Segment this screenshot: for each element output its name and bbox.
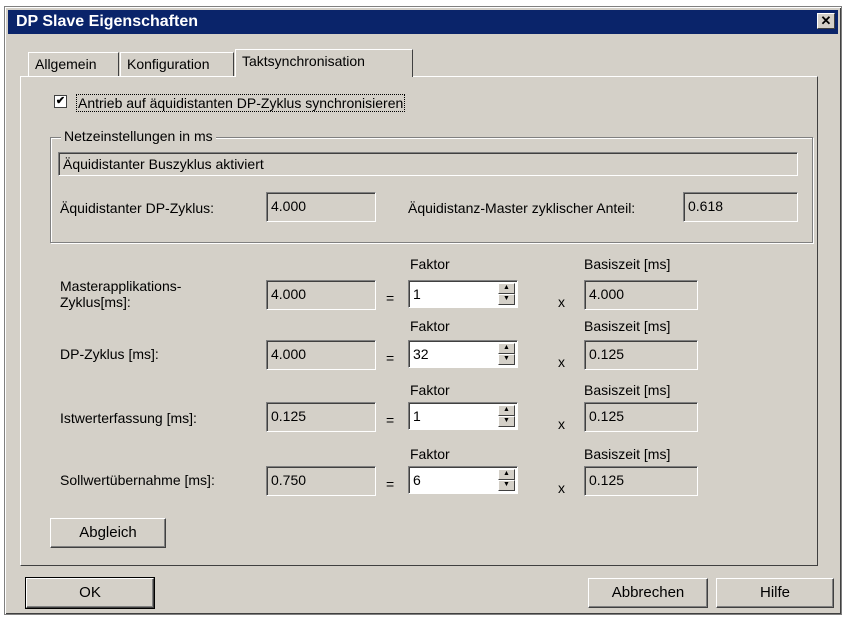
close-button[interactable]: ✕ xyxy=(817,13,835,29)
spinner-up-icon[interactable]: ▲ xyxy=(498,283,515,294)
spinner-up-icon[interactable]: ▲ xyxy=(498,405,515,416)
window-title: DP Slave Eigenschaften xyxy=(16,13,198,30)
setpoint-base-field: 0.125 xyxy=(584,466,698,496)
spinner-value[interactable]: 32 xyxy=(413,341,429,367)
setpoint-transfer-label: Sollwertübernahme [ms]: xyxy=(60,472,215,488)
cancel-button[interactable]: Abbrechen xyxy=(588,578,708,608)
spinner-up-icon[interactable]: ▲ xyxy=(498,469,515,480)
spinner-value[interactable]: 1 xyxy=(413,281,421,307)
dp-cycle-factor-spinner[interactable]: 32 ▲ ▼ xyxy=(408,340,518,368)
master-share-label: Äquidistanz-Master zyklischer Anteil: xyxy=(408,200,636,216)
multiply-sign: x xyxy=(558,416,565,432)
multiply-sign: x xyxy=(558,354,565,370)
equals-sign: = xyxy=(386,350,395,366)
factor-label: Faktor xyxy=(410,256,450,272)
base-time-label: Basiszeit [ms] xyxy=(584,382,671,398)
multiply-sign: x xyxy=(558,294,565,310)
spinner-buttons: ▲ ▼ xyxy=(498,283,515,305)
actual-value-capture-label: Istwerterfassung [ms]: xyxy=(60,410,197,426)
factor-label: Faktor xyxy=(410,382,450,398)
master-app-factor-spinner[interactable]: 1 ▲ ▼ xyxy=(408,280,518,308)
factor-label: Faktor xyxy=(410,318,450,334)
master-app-cycle-field: 4.000 xyxy=(266,280,376,310)
tab-allgemein[interactable]: Allgemein xyxy=(28,52,119,76)
checkmark-icon: ✔ xyxy=(55,95,66,107)
equals-sign: = xyxy=(386,290,395,306)
multiply-sign: x xyxy=(558,480,565,496)
equals-sign: = xyxy=(386,412,395,428)
sync-checkbox[interactable]: ✔ xyxy=(54,95,67,108)
sync-checkbox-label[interactable]: Antrieb auf äquidistanten DP-Zyklus sync… xyxy=(76,94,406,112)
spinner-value[interactable]: 6 xyxy=(413,467,421,493)
master-app-base-field: 4.000 xyxy=(584,280,698,310)
spinner-up-icon[interactable]: ▲ xyxy=(498,343,515,354)
equals-sign: = xyxy=(386,476,395,492)
base-time-label: Basiszeit [ms] xyxy=(584,446,671,462)
help-button[interactable]: Hilfe xyxy=(716,578,834,608)
close-icon: ✕ xyxy=(820,13,832,28)
dp-cycle-base-field: 0.125 xyxy=(584,340,698,370)
base-time-label: Basiszeit [ms] xyxy=(584,256,671,272)
ok-button[interactable]: OK xyxy=(25,577,155,609)
tab-konfiguration[interactable]: Konfiguration xyxy=(120,52,234,76)
spinner-down-icon[interactable]: ▼ xyxy=(498,294,515,305)
align-button[interactable]: Abgleich xyxy=(50,518,166,548)
actual-value-base-field: 0.125 xyxy=(584,402,698,432)
setpoint-transfer-field: 0.750 xyxy=(266,466,376,496)
spinner-down-icon[interactable]: ▼ xyxy=(498,480,515,491)
setpoint-factor-spinner[interactable]: 6 ▲ ▼ xyxy=(408,466,518,494)
actual-value-capture-field: 0.125 xyxy=(266,402,376,432)
factor-label: Faktor xyxy=(410,446,450,462)
spinner-buttons: ▲ ▼ xyxy=(498,343,515,365)
dp-cycle-row-field: 4.000 xyxy=(266,340,376,370)
master-app-cycle-label: Masterapplikations- Zyklus[ms]: xyxy=(60,278,182,310)
spinner-down-icon[interactable]: ▼ xyxy=(498,354,515,365)
title-bar[interactable]: DP Slave Eigenschaften ✕ xyxy=(8,10,838,34)
base-time-label: Basiszeit [ms] xyxy=(584,318,671,334)
dp-cycle-field: 4.000 xyxy=(266,192,376,222)
bus-cycle-status-field: Äquidistanter Buszyklus aktiviert xyxy=(58,152,798,176)
dp-cycle-label: Äquidistanter DP-Zyklus: xyxy=(60,200,215,216)
spinner-buttons: ▲ ▼ xyxy=(498,405,515,427)
master-share-field: 0.618 xyxy=(683,192,798,222)
spinner-value[interactable]: 1 xyxy=(413,403,421,429)
tab-taktsynchronisation[interactable]: Taktsynchronisation xyxy=(235,49,413,77)
spinner-down-icon[interactable]: ▼ xyxy=(498,416,515,427)
spinner-buttons: ▲ ▼ xyxy=(498,469,515,491)
actual-value-factor-spinner[interactable]: 1 ▲ ▼ xyxy=(408,402,518,430)
dp-cycle-row-label: DP-Zyklus [ms]: xyxy=(60,346,159,362)
group-legend: Netzeinstellungen in ms xyxy=(61,128,216,144)
